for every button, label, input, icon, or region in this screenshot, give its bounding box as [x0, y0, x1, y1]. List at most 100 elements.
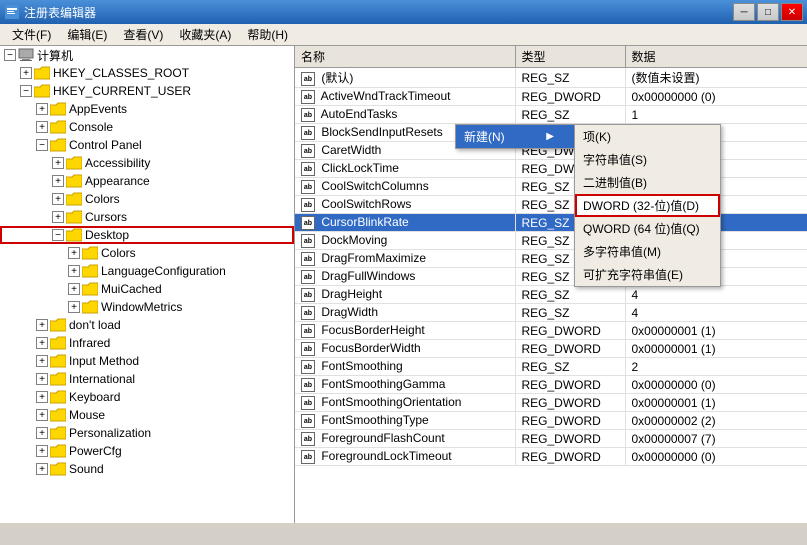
tree-label-dontload: don't load	[69, 318, 121, 332]
tree-item-sound[interactable]: Sound	[0, 460, 294, 478]
tree-label-infrared: Infrared	[69, 336, 110, 350]
expander-infrared[interactable]	[36, 337, 48, 349]
tree-item-appevents[interactable]: AppEvents	[0, 100, 294, 118]
expander-inputmethod[interactable]	[36, 355, 48, 367]
reg-value-icon: ab	[301, 450, 315, 464]
tree-item-keyboard[interactable]: Keyboard	[0, 388, 294, 406]
expander-personalization[interactable]	[36, 427, 48, 439]
expander-cursors[interactable]	[52, 211, 64, 223]
expander-console[interactable]	[36, 121, 48, 133]
submenu-item[interactable]: 字符串值(S)	[575, 148, 720, 171]
col-name[interactable]: 名称	[295, 46, 515, 68]
table-row[interactable]: ab FontSmoothingREG_SZ2	[295, 358, 807, 376]
expander-colors_desktop[interactable]	[68, 247, 80, 259]
menu-edit[interactable]: 编辑(E)	[59, 24, 115, 45]
tree-item-appearance[interactable]: Appearance	[0, 172, 294, 190]
table-row[interactable]: ab FocusBorderWidthREG_DWORD0x00000001 (…	[295, 340, 807, 358]
expander-accessibility[interactable]	[52, 157, 64, 169]
new-submenu[interactable]: 项(K)字符串值(S)二进制值(B)DWORD (32-位)值(D)QWORD …	[574, 124, 721, 287]
tree-item-cursors[interactable]: Cursors	[0, 208, 294, 226]
maximize-button[interactable]: □	[757, 3, 779, 21]
expander-dontload[interactable]	[36, 319, 48, 331]
table-row[interactable]: ab FontSmoothingGammaREG_DWORD0x00000000…	[295, 376, 807, 394]
expander-appearance[interactable]	[52, 175, 64, 187]
expander-keyboard[interactable]	[36, 391, 48, 403]
tree-item-windowmetrics[interactable]: WindowMetrics	[0, 298, 294, 316]
cell-type: REG_DWORD	[515, 430, 625, 448]
tree-item-powercfg[interactable]: PowerCfg	[0, 442, 294, 460]
tree-item-mouse[interactable]: Mouse	[0, 406, 294, 424]
tree-item-languageconfiguration[interactable]: LanguageConfiguration	[0, 262, 294, 280]
menu-file[interactable]: 文件(F)	[4, 24, 59, 45]
tree-item-infrared[interactable]: Infrared	[0, 334, 294, 352]
menu-view[interactable]: 查看(V)	[115, 24, 171, 45]
submenu-arrow: ▶	[546, 131, 554, 142]
expander-windowmetrics[interactable]	[68, 301, 80, 313]
table-row[interactable]: ab ForegroundFlashCountREG_DWORD0x000000…	[295, 430, 807, 448]
table-row[interactable]: ab DragWidthREG_SZ4	[295, 304, 807, 322]
table-row[interactable]: ab FontSmoothingOrientationREG_DWORD0x00…	[295, 394, 807, 412]
expander-hkey_classes_root[interactable]	[20, 67, 32, 79]
col-data[interactable]: 数据	[625, 46, 807, 68]
tree-item-personalization[interactable]: Personalization	[0, 424, 294, 442]
expander-appevents[interactable]	[36, 103, 48, 115]
expander-languageconfiguration[interactable]	[68, 265, 80, 277]
expander-international[interactable]	[36, 373, 48, 385]
context-menu-new[interactable]: 新建(N) ▶	[456, 125, 574, 148]
table-row[interactable]: ab FocusBorderHeightREG_DWORD0x00000001 …	[295, 322, 807, 340]
tree-item-accessibility[interactable]: Accessibility	[0, 154, 294, 172]
submenu-item[interactable]: 二进制值(B)	[575, 171, 720, 194]
submenu-item[interactable]: 项(K)	[575, 125, 720, 148]
menu-favorites[interactable]: 收藏夹(A)	[171, 24, 239, 45]
expander-desktop[interactable]	[52, 229, 64, 241]
cell-type: REG_DWORD	[515, 376, 625, 394]
tree-item-colors_cp[interactable]: Colors	[0, 190, 294, 208]
table-row[interactable]: ab ActiveWndTrackTimeoutREG_DWORD0x00000…	[295, 88, 807, 106]
reg-value-icon: ab	[301, 90, 315, 104]
tree-item-control_panel[interactable]: Control Panel	[0, 136, 294, 154]
menu-help[interactable]: 帮助(H)	[239, 24, 296, 45]
cell-name: ab ForegroundFlashCount	[295, 430, 515, 448]
expander-powercfg[interactable]	[36, 445, 48, 457]
table-row[interactable]: ab DragHeightREG_SZ4	[295, 286, 807, 304]
reg-value-icon: ab	[301, 270, 315, 284]
expander-sound[interactable]	[36, 463, 48, 475]
tree-item-console[interactable]: Console	[0, 118, 294, 136]
cell-name-text: CaretWidth	[318, 143, 381, 157]
submenu-item[interactable]: 可扩充字符串值(E)	[575, 263, 720, 286]
expander-control_panel[interactable]	[36, 139, 48, 151]
submenu-item[interactable]: 多字符串值(M)	[575, 240, 720, 263]
table-row[interactable]: ab (默认)REG_SZ(数值未设置)	[295, 68, 807, 88]
table-row[interactable]: ab AutoEndTasksREG_SZ1	[295, 106, 807, 124]
cell-type: REG_SZ	[515, 358, 625, 376]
submenu-item[interactable]: QWORD (64 位)值(Q)	[575, 217, 720, 240]
tree-item-desktop[interactable]: Desktop	[0, 226, 294, 244]
context-menu[interactable]: 新建(N) ▶	[455, 124, 575, 149]
tree-label-international: International	[69, 372, 135, 386]
window-title: 注册表编辑器	[24, 4, 733, 21]
folder-icon-control_panel	[50, 138, 69, 153]
tree-item-colors_desktop[interactable]: Colors	[0, 244, 294, 262]
expander-muicached[interactable]	[68, 283, 80, 295]
expander-computer[interactable]	[4, 49, 16, 61]
tree-label-console: Console	[69, 120, 113, 134]
cell-data: 4	[625, 304, 807, 322]
expander-colors_cp[interactable]	[52, 193, 64, 205]
tree-item-muicached[interactable]: MuiCached	[0, 280, 294, 298]
expander-hkey_current_user[interactable]	[20, 85, 32, 97]
tree-item-international[interactable]: International	[0, 370, 294, 388]
tree-item-hkey_classes_root[interactable]: HKEY_CLASSES_ROOT	[0, 64, 294, 82]
submenu-item[interactable]: DWORD (32-位)值(D)	[575, 194, 720, 217]
table-row[interactable]: ab ForegroundLockTimeoutREG_DWORD0x00000…	[295, 448, 807, 466]
tree-item-dontload[interactable]: don't load	[0, 316, 294, 334]
registry-tree[interactable]: 计算机HKEY_CLASSES_ROOTHKEY_CURRENT_USERApp…	[0, 46, 295, 523]
tree-item-inputmethod[interactable]: Input Method	[0, 352, 294, 370]
table-row[interactable]: ab FontSmoothingTypeREG_DWORD0x00000002 …	[295, 412, 807, 430]
tree-item-computer[interactable]: 计算机	[0, 46, 294, 64]
close-button[interactable]: ✕	[781, 3, 803, 21]
tree-item-hkey_current_user[interactable]: HKEY_CURRENT_USER	[0, 82, 294, 100]
col-type[interactable]: 类型	[515, 46, 625, 68]
expander-mouse[interactable]	[36, 409, 48, 421]
minimize-button[interactable]: ─	[733, 3, 755, 21]
folder-icon-hkey_current_user	[34, 84, 53, 99]
